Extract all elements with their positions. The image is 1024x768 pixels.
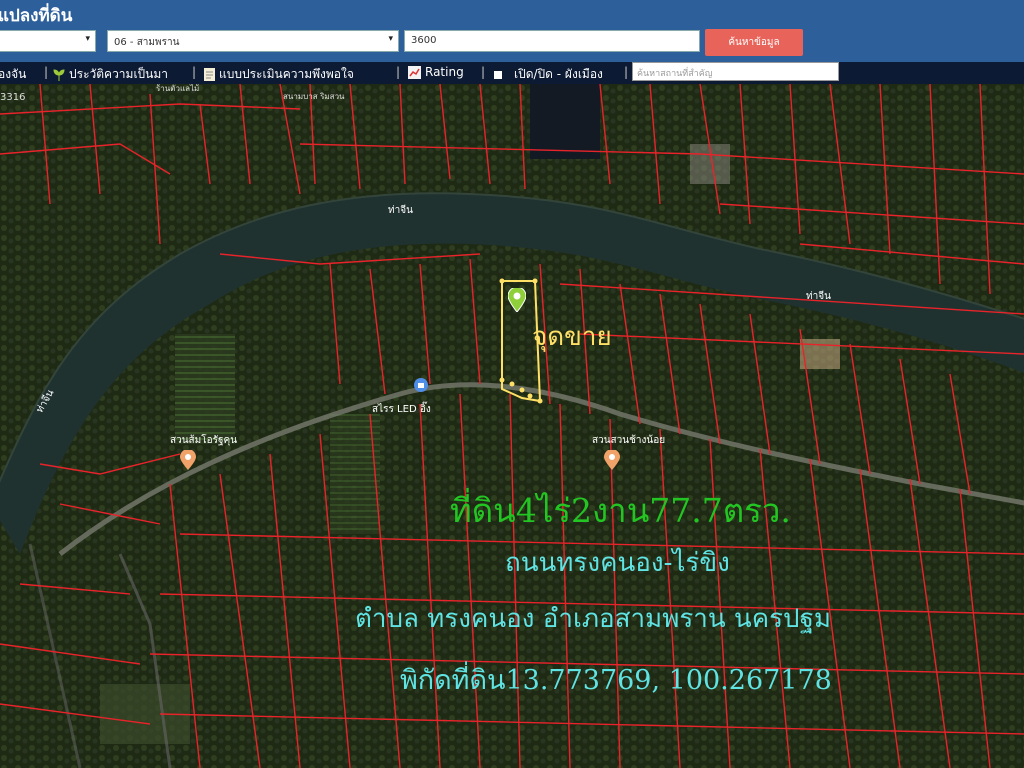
menu-item-survey-label: แบบประเมินความพึงพอใจ [219, 67, 354, 81]
separator: | [44, 65, 49, 79]
separator: | [481, 65, 486, 79]
province-select[interactable]: ▾ [0, 30, 96, 52]
road-label: 3316 [0, 92, 26, 103]
separator: | [192, 65, 197, 79]
place-search-input[interactable]: ค้นหาสถานที่สำคัญ [632, 62, 839, 81]
river-label: ท่าจีน [388, 205, 413, 216]
menu-toolbar: องจัน | ประวัติความเป็นมา | แบบประเมินคว… [0, 62, 1024, 84]
search-button[interactable]: ค้นหาข้อมูล [705, 29, 803, 56]
header-bar: แปลงที่ดิน ▾ 06 - สามพราน ▾ 3600 ค้นหาข้… [0, 0, 1024, 62]
chevron-down-icon: ▾ [388, 34, 393, 44]
land-size-text: ที่ดิน4ไร่2งาน77.7ตรว. [450, 491, 791, 530]
menu-item-1-label: องจัน [0, 67, 27, 81]
poi-label: สไรร LED อิ๊ง [372, 404, 431, 415]
district-select-value: 06 - สามพราน [114, 37, 180, 48]
place-label: สนามบาส ริมสวน [283, 92, 345, 101]
chevron-down-icon: ▾ [85, 34, 90, 44]
location-pin-icon [604, 449, 620, 470]
parcel-number-input[interactable]: 3600 [404, 30, 700, 52]
menu-item-history-label: ประวัติความเป็นมา [69, 67, 169, 81]
separator: | [396, 65, 401, 79]
document-icon [204, 68, 215, 81]
garden-marker[interactable] [604, 449, 620, 474]
app-title: แปลงที่ดิน [0, 6, 73, 26]
menu-item-history[interactable]: ประวัติความเป็นมา [53, 65, 168, 84]
menu-item-rating[interactable]: Rating [408, 65, 464, 79]
led-shop-marker[interactable] [414, 377, 428, 396]
river-label: ท่าจีน [806, 291, 831, 302]
poi-label: สวนสวนช้างน้อย [592, 435, 666, 446]
shop-pin-icon [414, 378, 428, 392]
menu-item-1[interactable]: องจัน [0, 65, 26, 84]
district-select[interactable]: 06 - สามพราน ▾ [107, 30, 399, 52]
sale-point-label: จุดขาย [532, 322, 612, 352]
selected-parcel-marker[interactable] [507, 286, 527, 316]
sprout-icon [53, 68, 65, 81]
chart-icon [408, 65, 421, 79]
poi-label: สวนส้มโอรัฐคุน [170, 435, 238, 446]
menu-item-rating-label: Rating [425, 65, 464, 79]
separator: | [624, 65, 629, 79]
location-text: ตำบล ทรงคนอง อำเภอสามพราน นครปฐม [355, 604, 832, 634]
garden-marker[interactable] [180, 449, 196, 474]
checkbox-icon [494, 70, 502, 79]
map-view[interactable]: ท่าจีน ท่าจีน ท่าจีน 3316 ร้านตัวแลไม้ ส… [0, 84, 1024, 768]
place-label: ร้านตัวแลไม้ [156, 84, 200, 93]
location-pin-icon [180, 449, 196, 470]
menu-item-zoning-toggle[interactable]: เปิด/ปิด - ผังเมือง [494, 65, 603, 84]
menu-item-zoning-label: เปิด/ปิด - ผังเมือง [514, 67, 603, 81]
menu-item-survey[interactable]: แบบประเมินความพึงพอใจ [204, 65, 354, 84]
road-text: ถนนทรงคนอง-ไร่ขิง [505, 548, 730, 578]
map-pin-icon [507, 286, 527, 313]
coordinates-text: พิกัดที่ดิน13.773769, 100.267178 [400, 665, 832, 696]
